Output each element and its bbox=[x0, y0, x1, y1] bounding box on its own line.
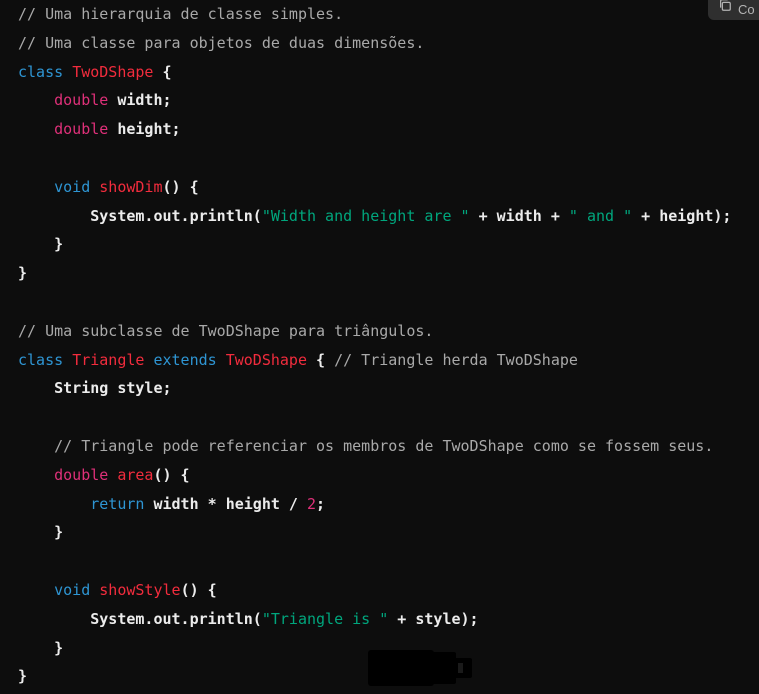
code-token-keyword: extends bbox=[153, 350, 217, 369]
code-token-type: double bbox=[54, 465, 109, 484]
code-token-type: double bbox=[54, 91, 109, 110]
code-line: return width * height / 2; bbox=[18, 490, 731, 519]
code-token-plain: ; bbox=[316, 494, 326, 513]
code-token-string: "Width and height are " bbox=[261, 206, 470, 225]
code-token-keyword: return bbox=[90, 494, 145, 513]
code-token-plain: System.out.println( bbox=[18, 609, 262, 628]
code-token-plain: String style; bbox=[18, 379, 172, 398]
code-token-plain: } bbox=[18, 667, 28, 686]
code-content[interactable]: // Uma hierarquia de classe simples. // U… bbox=[18, 0, 731, 691]
code-token-func: area bbox=[117, 465, 154, 484]
code-line: // Triangle pode referenciar os membros … bbox=[18, 432, 731, 461]
code-token-func: showStyle bbox=[99, 580, 181, 599]
code-token-plain: () { bbox=[153, 465, 190, 484]
code-line: class TwoDShape { bbox=[18, 58, 731, 87]
code-token-class: TwoDShape bbox=[72, 62, 154, 81]
code-token-func: showDim bbox=[99, 177, 163, 196]
code-line: // Uma subclasse de TwoDShape para triân… bbox=[18, 317, 731, 346]
code-token-type: double bbox=[54, 120, 109, 139]
code-line: void showStyle() { bbox=[18, 576, 731, 605]
code-line: double area() { bbox=[18, 461, 731, 490]
code-token-keyword: class bbox=[18, 62, 64, 81]
code-token-class: Triangle bbox=[72, 350, 145, 369]
code-token-plain: + style); bbox=[388, 609, 479, 628]
code-line: String style; bbox=[18, 374, 731, 403]
code-token-plain: System.out.println( bbox=[18, 206, 262, 225]
code-token-string: " and " bbox=[568, 206, 633, 225]
code-line: } bbox=[18, 259, 731, 288]
code-block: // Uma hierarquia de classe simples. // U… bbox=[0, 0, 759, 694]
code-token-number: 2 bbox=[307, 494, 317, 513]
code-token-string: "Triangle is " bbox=[261, 609, 389, 628]
code-token-comment: // Uma subclasse de TwoDShape para triân… bbox=[18, 321, 434, 340]
code-line: } bbox=[18, 518, 731, 547]
code-line: } bbox=[18, 230, 731, 259]
code-token-keyword: void bbox=[54, 580, 91, 599]
code-line: void showDim() { bbox=[18, 173, 731, 202]
code-token-class: TwoDShape bbox=[225, 350, 307, 369]
code-token-plain: width * height / bbox=[144, 494, 307, 513]
code-token-plain: } bbox=[18, 638, 64, 657]
code-token-comment: // Triangle herda TwoDShape bbox=[334, 350, 578, 369]
code-line: System.out.println("Triangle is " + styl… bbox=[18, 605, 731, 634]
code-token-comment: // Uma hierarquia de classe simples. bbox=[18, 5, 344, 23]
code-token-keyword: class bbox=[18, 350, 64, 369]
code-token-plain: + width + bbox=[469, 206, 569, 225]
code-token-comment: // Triangle pode referenciar os membros … bbox=[54, 436, 714, 455]
code-token-plain: height; bbox=[108, 120, 181, 139]
code-line: // Uma hierarquia de classe simples. bbox=[18, 0, 731, 29]
code-token-plain: width; bbox=[108, 91, 172, 110]
code-token-plain: { bbox=[153, 62, 172, 81]
copy-code-button[interactable]: Co bbox=[708, 0, 759, 20]
code-token-plain: () { bbox=[180, 580, 217, 599]
code-token-plain: } bbox=[18, 523, 64, 542]
code-token-plain: } bbox=[18, 264, 28, 283]
copy-icon bbox=[718, 0, 738, 15]
code-token-plain: } bbox=[18, 235, 64, 254]
code-token-keyword: void bbox=[54, 177, 91, 196]
code-token-comment: // Uma classe para objetos de duas dimen… bbox=[18, 33, 425, 52]
code-line: class Triangle extends TwoDShape { // Tr… bbox=[18, 346, 731, 375]
code-line: // Uma classe para objetos de duas dimen… bbox=[18, 29, 731, 58]
code-token-plain: + height); bbox=[632, 206, 732, 225]
code-line: double width; bbox=[18, 86, 731, 115]
code-token-plain: { bbox=[307, 350, 335, 369]
code-line: double height; bbox=[18, 115, 731, 144]
copy-label: Co bbox=[738, 1, 755, 17]
redaction-mark bbox=[368, 650, 472, 686]
code-token-plain: () { bbox=[162, 177, 199, 196]
code-line: System.out.println("Width and height are… bbox=[18, 202, 731, 231]
